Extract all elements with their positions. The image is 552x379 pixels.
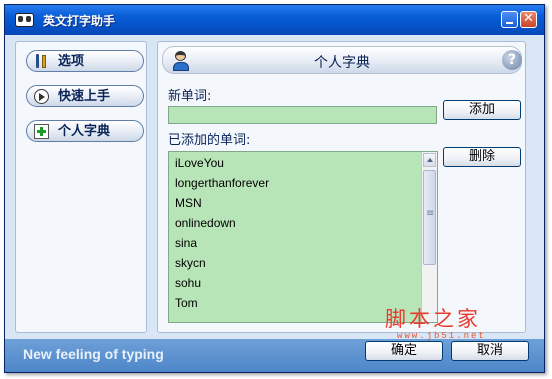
sidebar-item-options[interactable]: 选项 [26,50,144,72]
close-button[interactable]: ✕ [520,11,537,28]
help-icon[interactable]: ? [502,50,522,70]
minimize-button[interactable] [501,11,518,28]
sidebar-item-label: 个人字典 [58,124,111,139]
cancel-button[interactable]: 取消 [451,341,529,361]
panel-header: 个人字典 ? [162,46,522,74]
panel-title: 个人字典 [314,55,370,71]
list-item[interactable]: skycn [175,256,206,270]
list-item[interactable]: onlinedown [175,216,236,230]
sidebar-item-quick-start[interactable]: 快速上手 [26,85,144,107]
list-item[interactable]: longerthanforever [175,176,269,190]
window-title: 英文打字助手 [43,14,116,28]
ok-button[interactable]: 确定 [365,341,443,361]
list-scrollbar[interactable] [421,152,437,322]
new-word-input[interactable] [168,106,437,124]
titlebar[interactable]: 英文打字助手 ✕ [5,5,544,35]
list-item[interactable]: iLoveYou [175,156,224,170]
sidebar-item-personal-dictionary[interactable]: 个人字典 [26,120,144,142]
new-word-label: 新单词: [168,89,212,104]
watermark-url: www.jb51.net [397,331,486,341]
list-item[interactable]: Tom [175,296,198,310]
sidebar-item-label: 选项 [58,54,85,69]
list-item[interactable]: MSN [175,196,202,210]
added-words-label: 已添加的单词: [168,133,251,148]
list-item[interactable]: sina [175,236,197,250]
add-dictionary-icon [34,124,49,139]
sidebar: 选项 快速上手 个人字典 [15,41,147,333]
play-icon [34,89,49,104]
add-button[interactable]: 添加 [443,100,521,120]
sidebar-item-label: 快速上手 [58,89,111,104]
scroll-thumb[interactable] [423,170,436,265]
list-item[interactable]: sohu [175,276,201,290]
scroll-up-icon[interactable] [423,153,436,167]
tools-icon [34,54,49,69]
delete-button[interactable]: 删除 [443,147,521,167]
app-logo-icon [15,13,34,27]
app-window: 英文打字助手 ✕ 选项 快速上手 个人字典 个人字典 ? 新单词: 添加 已添加… [4,4,545,373]
word-list[interactable]: iLoveYou longerthanforever MSN onlinedow… [168,151,438,323]
watermark-logo: 脚本之家 [385,307,481,331]
footer-slogan: New feeling of typing [23,346,164,362]
